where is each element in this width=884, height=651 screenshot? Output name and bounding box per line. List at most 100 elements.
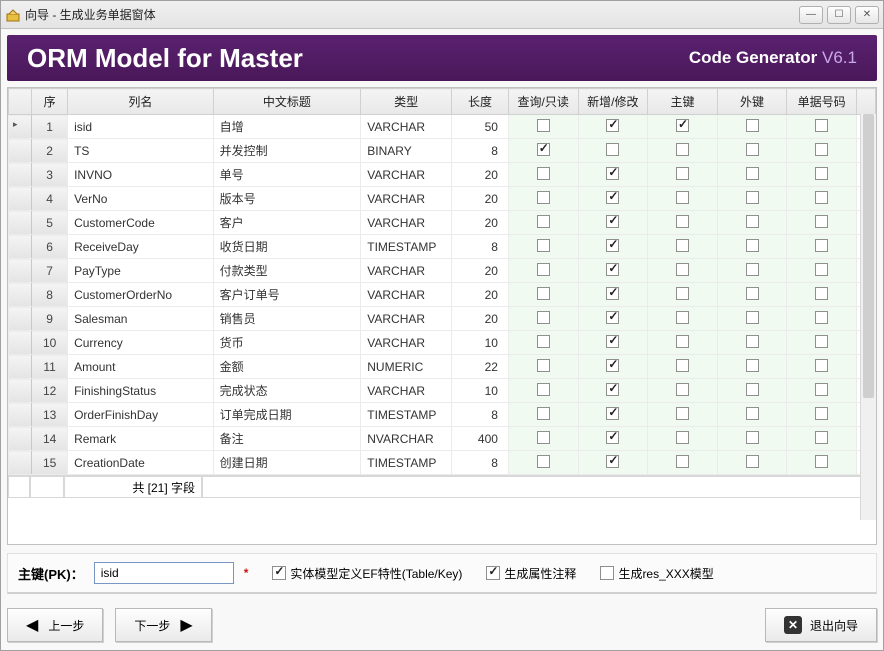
cell-addedit[interactable] <box>578 235 648 259</box>
checkbox-icon[interactable] <box>606 167 619 180</box>
checkbox-icon[interactable] <box>815 287 828 300</box>
cell-title[interactable]: 订单完成日期 <box>213 403 361 427</box>
cell-pk[interactable] <box>648 211 718 235</box>
checkbox-icon[interactable] <box>815 215 828 228</box>
cell-name[interactable]: VerNo <box>68 187 214 211</box>
cell-docno[interactable] <box>787 115 857 139</box>
checkbox-icon[interactable] <box>676 287 689 300</box>
cell-type[interactable]: NUMERIC <box>361 355 452 379</box>
checkbox-icon[interactable] <box>606 239 619 252</box>
col-pk[interactable]: 主键 <box>648 89 718 115</box>
checkbox-icon[interactable] <box>606 383 619 396</box>
checkbox-icon[interactable] <box>537 119 550 132</box>
checkbox-icon[interactable] <box>606 455 619 468</box>
checkbox-icon[interactable] <box>815 143 828 156</box>
cell-type[interactable]: TIMESTAMP <box>361 451 452 475</box>
cell-query[interactable] <box>508 451 578 475</box>
checkbox-icon[interactable] <box>606 119 619 132</box>
row-header[interactable] <box>9 163 32 187</box>
checkbox-icon[interactable] <box>537 359 550 372</box>
checkbox-icon[interactable] <box>537 431 550 444</box>
checkbox-icon[interactable] <box>606 359 619 372</box>
checkbox-icon[interactable] <box>606 311 619 324</box>
table-row[interactable]: 9Salesman销售员VARCHAR20 <box>9 307 876 331</box>
table-row[interactable]: 14Remark备注NVARCHAR400 <box>9 427 876 451</box>
table-row[interactable]: 11Amount金额NUMERIC22 <box>9 355 876 379</box>
exit-button[interactable]: ✕ 退出向导 <box>765 608 877 642</box>
cell-len[interactable]: 20 <box>451 283 508 307</box>
cell-type[interactable]: VARCHAR <box>361 259 452 283</box>
vertical-scrollbar[interactable] <box>860 114 876 520</box>
cell-query[interactable] <box>508 355 578 379</box>
cell-pk[interactable] <box>648 451 718 475</box>
opt-ef-attrs[interactable]: 实体模型定义EF特性(Table/Key) <box>272 565 462 582</box>
cell-len[interactable]: 8 <box>451 403 508 427</box>
cell-docno[interactable] <box>787 307 857 331</box>
cell-len[interactable]: 400 <box>451 427 508 451</box>
cell-len[interactable]: 20 <box>451 163 508 187</box>
cell-fk[interactable] <box>717 331 787 355</box>
checkbox-icon[interactable] <box>537 311 550 324</box>
cell-type[interactable]: VARCHAR <box>361 211 452 235</box>
cell-title[interactable]: 付款类型 <box>213 259 361 283</box>
checkbox-icon[interactable] <box>815 167 828 180</box>
maximize-button[interactable]: ☐ <box>827 6 851 24</box>
cell-pk[interactable] <box>648 379 718 403</box>
checkbox-icon[interactable] <box>746 431 759 444</box>
checkbox-icon[interactable] <box>606 215 619 228</box>
cell-fk[interactable] <box>717 379 787 403</box>
cell-addedit[interactable] <box>578 403 648 427</box>
cell-name[interactable]: OrderFinishDay <box>68 403 214 427</box>
cell-fk[interactable] <box>717 355 787 379</box>
cell-query[interactable] <box>508 259 578 283</box>
cell-query[interactable] <box>508 235 578 259</box>
checkbox-icon[interactable] <box>606 191 619 204</box>
cell-pk[interactable] <box>648 163 718 187</box>
row-header[interactable] <box>9 307 32 331</box>
checkbox-icon[interactable] <box>676 239 689 252</box>
cell-addedit[interactable] <box>578 451 648 475</box>
cell-query[interactable] <box>508 283 578 307</box>
checkbox-icon[interactable] <box>815 359 828 372</box>
cell-name[interactable]: CustomerOrderNo <box>68 283 214 307</box>
table-row[interactable]: 4VerNo版本号VARCHAR20 <box>9 187 876 211</box>
cell-docno[interactable] <box>787 379 857 403</box>
row-header[interactable] <box>9 355 32 379</box>
cell-len[interactable]: 8 <box>451 235 508 259</box>
cell-addedit[interactable] <box>578 139 648 163</box>
checkbox-icon[interactable] <box>746 359 759 372</box>
cell-len[interactable]: 50 <box>451 115 508 139</box>
cell-docno[interactable] <box>787 331 857 355</box>
cell-name[interactable]: Remark <box>68 427 214 451</box>
checkbox-icon[interactable] <box>537 191 550 204</box>
cell-pk[interactable] <box>648 427 718 451</box>
close-button[interactable]: ✕ <box>855 6 879 24</box>
checkbox-icon[interactable] <box>676 143 689 156</box>
cell-title[interactable]: 销售员 <box>213 307 361 331</box>
checkbox-icon[interactable] <box>606 431 619 444</box>
checkbox-icon[interactable] <box>746 143 759 156</box>
checkbox-icon[interactable] <box>676 191 689 204</box>
col-docno[interactable]: 单据号码 <box>787 89 857 115</box>
cell-fk[interactable] <box>717 187 787 211</box>
minimize-button[interactable]: — <box>799 6 823 24</box>
cell-fk[interactable] <box>717 211 787 235</box>
cell-docno[interactable] <box>787 451 857 475</box>
pk-input[interactable] <box>94 562 234 584</box>
checkbox-icon[interactable] <box>676 383 689 396</box>
cell-pk[interactable] <box>648 187 718 211</box>
cell-docno[interactable] <box>787 283 857 307</box>
cell-type[interactable]: VARCHAR <box>361 283 452 307</box>
cell-query[interactable] <box>508 115 578 139</box>
cell-fk[interactable] <box>717 259 787 283</box>
cell-title[interactable]: 创建日期 <box>213 451 361 475</box>
cell-fk[interactable] <box>717 307 787 331</box>
cell-pk[interactable] <box>648 259 718 283</box>
checkbox-icon[interactable] <box>676 431 689 444</box>
cell-len[interactable]: 10 <box>451 379 508 403</box>
cell-addedit[interactable] <box>578 187 648 211</box>
scrollbar-thumb[interactable] <box>863 114 874 398</box>
checkbox-icon[interactable] <box>537 455 550 468</box>
checkbox-icon[interactable] <box>815 191 828 204</box>
cell-len[interactable]: 20 <box>451 259 508 283</box>
